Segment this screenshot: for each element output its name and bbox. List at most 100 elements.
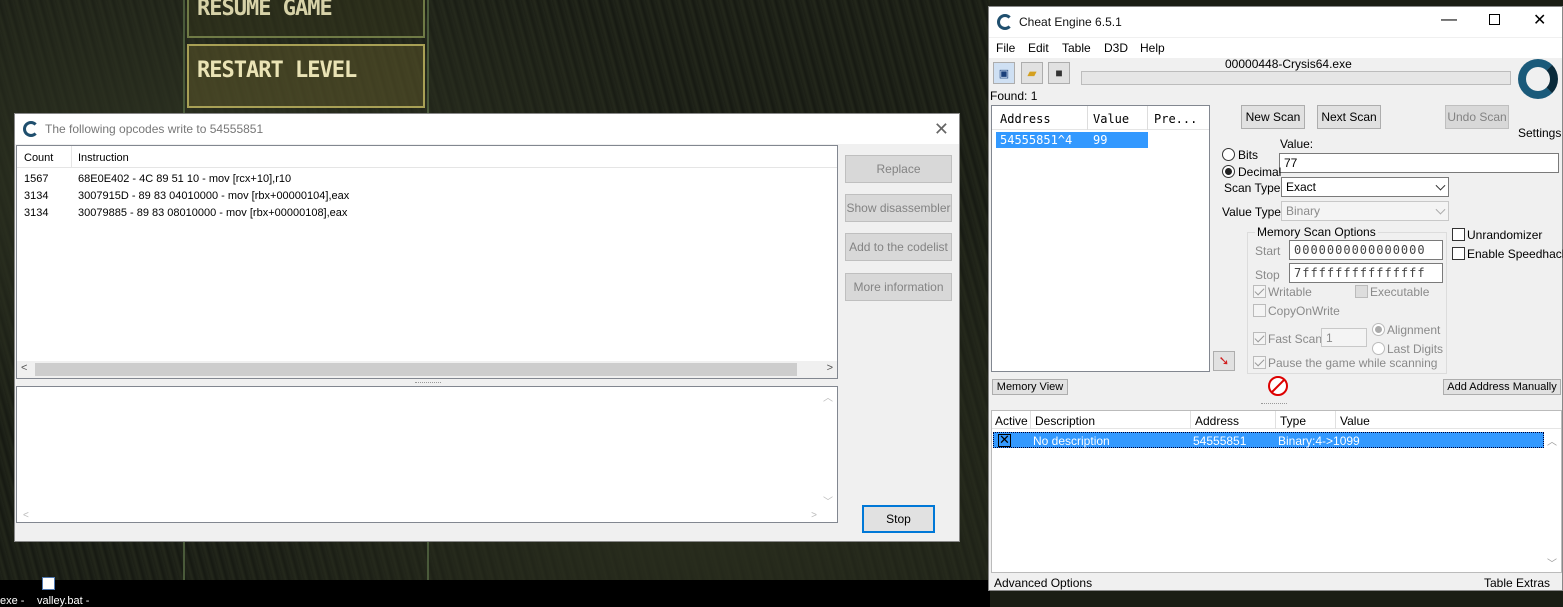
save-icon[interactable]: ■ <box>1048 62 1070 84</box>
more-information-button[interactable]: More information <box>845 273 952 301</box>
column-header-active[interactable]: Active <box>995 414 1028 428</box>
scroll-down-icon[interactable]: ﹀ <box>823 493 833 508</box>
column-header-address[interactable]: Address <box>1000 112 1051 126</box>
stop-button[interactable]: Stop <box>862 505 935 533</box>
menu-edit[interactable]: Edit <box>1028 41 1049 55</box>
scroll-up-icon[interactable]: ︿ <box>823 389 833 404</box>
opcode-instruction: 68E0E402 - 4C 89 51 10 - mov [rcx+10],r1… <box>78 173 292 185</box>
result-value: 99 <box>1093 133 1108 147</box>
scroll-left-icon[interactable]: < <box>21 362 27 374</box>
value-type-select[interactable]: Binary <box>1281 201 1449 221</box>
show-disassembler-button[interactable]: Show disassembler <box>845 194 952 222</box>
taskbar-item-exe[interactable]: exe - <box>0 595 24 607</box>
fast-scan-checkbox[interactable] <box>1253 332 1266 345</box>
copyonwrite-checkbox[interactable] <box>1253 304 1266 317</box>
copyonwrite-label: CopyOnWrite <box>1268 304 1340 318</box>
scroll-right-icon[interactable]: > <box>827 362 833 374</box>
menu-help[interactable]: Help <box>1140 41 1165 55</box>
column-header-value[interactable]: Value <box>1340 414 1370 428</box>
active-checkbox[interactable]: ✕ <box>998 432 1011 447</box>
unrandomizer-checkbox[interactable] <box>1452 228 1465 241</box>
settings-label[interactable]: Settings <box>1518 126 1561 140</box>
fast-scan-label: Fast Scan <box>1268 332 1323 346</box>
bits-label: Bits <box>1238 148 1259 162</box>
minimize-icon[interactable]: — <box>1441 11 1457 29</box>
column-header-description[interactable]: Description <box>1035 414 1095 428</box>
alignment-radio[interactable] <box>1372 323 1385 336</box>
scroll-left-icon[interactable]: < <box>23 510 29 521</box>
opcode-details-panel[interactable]: ︿ ﹀ < > <box>16 386 838 523</box>
add-address-manually-button[interactable]: Add Address Manually <box>1443 379 1561 395</box>
list-item[interactable]: 3134 30079885 - 89 83 08010000 - mov [rb… <box>17 205 837 222</box>
scroll-right-icon[interactable]: > <box>811 510 817 521</box>
taskbar-item-valley-bat[interactable]: valley.bat - <box>37 595 89 607</box>
decimal-label: Decimal <box>1238 165 1282 179</box>
column-header-address[interactable]: Address <box>1195 414 1239 428</box>
speedhack-checkbox[interactable] <box>1452 247 1465 260</box>
close-icon[interactable]: ✕ <box>1533 10 1546 30</box>
stop-scan-icon[interactable] <box>1268 376 1288 396</box>
column-header-instruction[interactable]: Instruction <box>78 152 129 164</box>
advanced-options-label[interactable]: Advanced Options <box>994 576 1092 590</box>
value-label: Value: <box>1280 137 1314 151</box>
column-header-count[interactable]: Count <box>24 152 53 164</box>
scan-results-list: Address Value Pre... 54555851^4 99 <box>991 105 1210 372</box>
menu-table[interactable]: Table <box>1062 41 1091 55</box>
list-item[interactable]: 54555851^4 99 <box>996 132 1148 148</box>
column-header-previous[interactable]: Pre... <box>1154 112 1197 126</box>
select-process-icon[interactable]: ▣ <box>993 62 1015 84</box>
maximize-icon[interactable] <box>1489 14 1500 25</box>
scan-type-select[interactable]: Exact <box>1281 177 1449 197</box>
open-folder-icon[interactable]: ▰ <box>1021 62 1043 84</box>
stop-address-input[interactable]: 7fffffffffffffff <box>1289 263 1443 283</box>
row-description: No description <box>1033 434 1110 448</box>
horizontal-scrollbar[interactable]: < > <box>17 361 837 378</box>
column-header-value[interactable]: Value <box>1093 112 1129 126</box>
undo-scan-button[interactable]: Undo Scan <box>1445 105 1509 129</box>
bits-radio[interactable] <box>1222 148 1235 161</box>
results-header: Address Value Pre... <box>992 106 1209 130</box>
splitter-handle[interactable] <box>1261 403 1287 405</box>
scroll-down-icon[interactable]: ﹀ <box>1547 555 1557 570</box>
pause-game-checkbox[interactable] <box>1253 356 1266 369</box>
opcodes-window-title: The following opcodes write to 54555851 <box>45 122 264 136</box>
writable-checkbox[interactable] <box>1253 285 1266 298</box>
value-type-value: Binary <box>1286 204 1321 218</box>
value-input[interactable]: 77 <box>1279 153 1559 173</box>
list-item[interactable]: 1567 68E0E402 - 4C 89 51 10 - mov [rcx+1… <box>17 171 837 188</box>
menu-file[interactable]: File <box>996 41 1015 55</box>
list-item[interactable]: 3134 3007915D - 89 83 04010000 - mov [rb… <box>17 188 837 205</box>
table-row[interactable]: ✕ No description 54555851 Binary:4->1099 <box>993 432 1544 448</box>
memory-view-button[interactable]: Memory View <box>992 379 1068 395</box>
scan-progress-bar <box>1081 71 1511 85</box>
restart-level-button[interactable]: RESTART LEVEL <box>187 44 425 108</box>
fast-scan-value-input[interactable]: 1 <box>1321 328 1367 347</box>
cheat-engine-icon <box>23 121 39 137</box>
new-scan-button[interactable]: New Scan <box>1241 105 1305 129</box>
add-to-codelist-button[interactable]: Add to the codelist <box>845 233 952 261</box>
column-header-type[interactable]: Type <box>1280 414 1306 428</box>
last-digits-radio[interactable] <box>1372 342 1385 355</box>
opcode-instruction: 30079885 - 89 83 08010000 - mov [rbx+000… <box>78 207 348 219</box>
resume-game-button[interactable]: RESUME GAME <box>187 0 425 38</box>
result-address: 54555851^4 <box>1000 133 1073 147</box>
start-address-input[interactable]: 0000000000000000 <box>1289 240 1443 260</box>
close-icon[interactable]: ✕ <box>934 119 949 140</box>
cheat-engine-logo[interactable] <box>1516 57 1560 113</box>
table-extras-label[interactable]: Table Extras <box>1484 576 1550 590</box>
next-scan-button[interactable]: Next Scan <box>1317 105 1381 129</box>
opcodes-titlebar: The following opcodes write to 54555851 … <box>15 114 959 144</box>
scroll-up-icon[interactable]: ︿ <box>1547 433 1557 448</box>
executable-checkbox[interactable] <box>1355 285 1368 298</box>
scrollbar-thumb[interactable] <box>35 363 797 376</box>
menu-d3d[interactable]: D3D <box>1104 41 1128 55</box>
cheat-engine-window: Cheat Engine 6.5.1 — ✕ File Edit Table D… <box>988 6 1563 591</box>
pause-game-label: Pause the game while scanning <box>1268 356 1438 370</box>
add-selected-arrow-icon[interactable]: ➘ <box>1213 351 1235 371</box>
ce-window-title: Cheat Engine 6.5.1 <box>1019 15 1122 29</box>
row-address: 54555851 <box>1193 434 1247 448</box>
replace-button[interactable]: Replace <box>845 155 952 183</box>
scan-type-label: Scan Type <box>1224 181 1281 195</box>
decimal-radio[interactable] <box>1222 165 1235 178</box>
splitter-handle[interactable] <box>415 382 441 384</box>
